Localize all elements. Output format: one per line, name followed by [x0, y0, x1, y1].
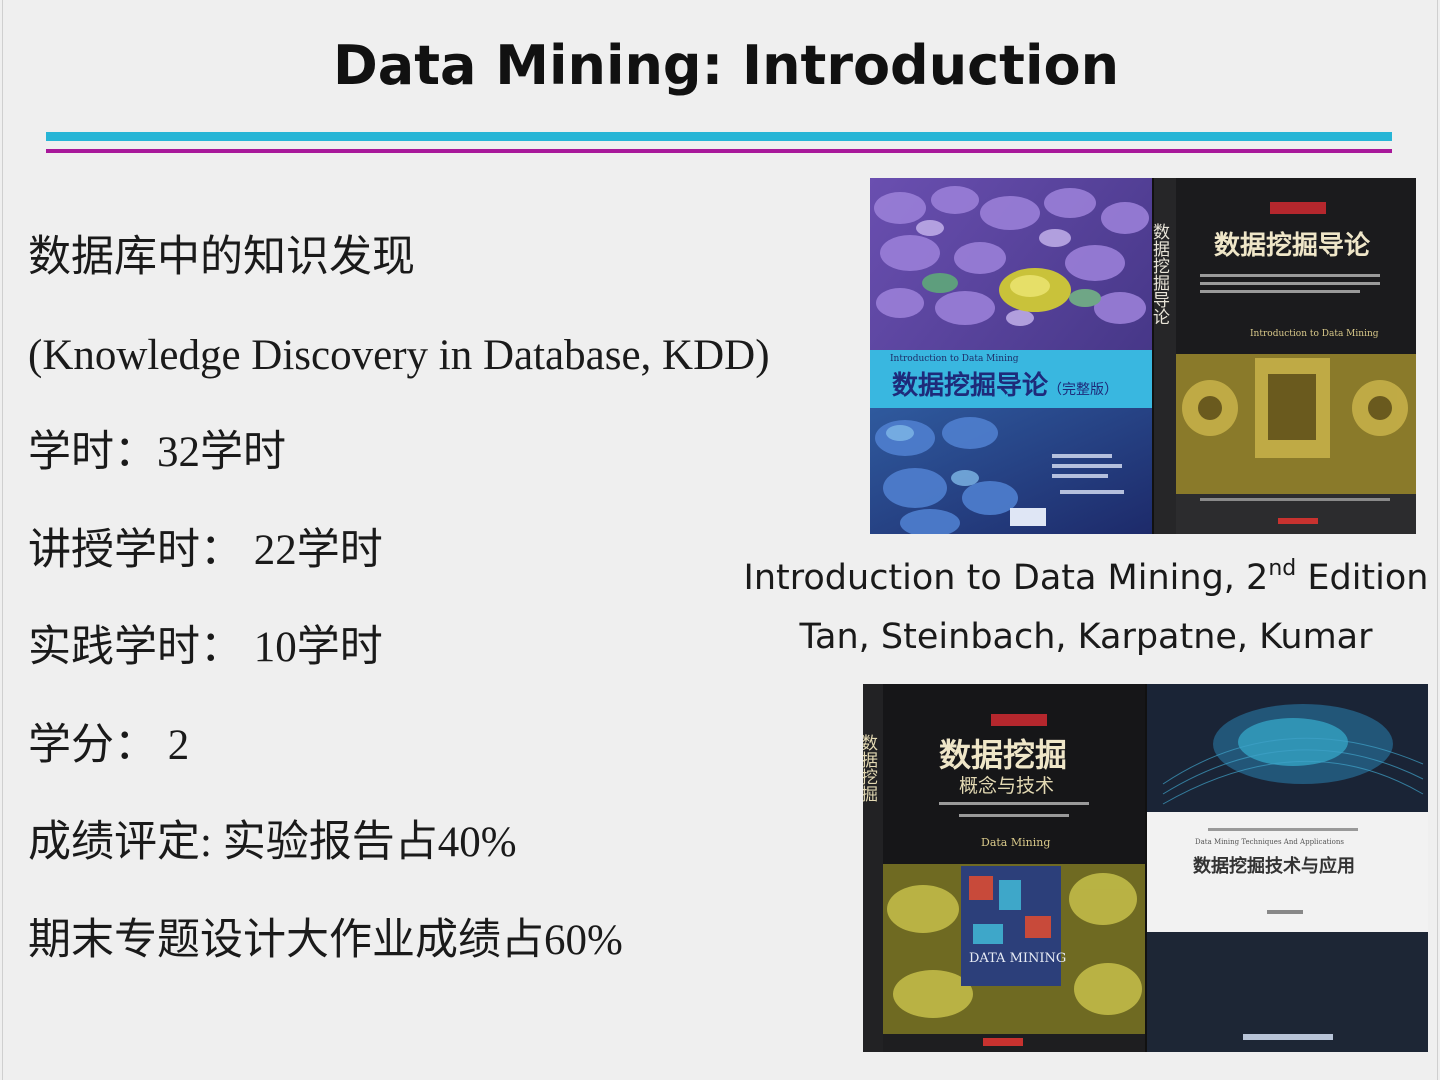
cover-4: Data Mining Techniques And Applications …: [1147, 684, 1428, 1052]
book-caption-authors: Tan, Steinbach, Karpatne, Kumar: [799, 617, 1373, 657]
course-info-kdd-cn: 数据库中的知识发现: [28, 234, 415, 281]
book-caption-title-text: Introduction to Data Mining, 2: [743, 558, 1269, 598]
cover-3: 数据挖掘 数据挖掘 概念与技术 Data Mining DATA MINING: [857, 684, 1145, 1052]
book-covers-intro-to-data-mining: Introduction to Data Mining 数据挖掘导论 （完整版）: [870, 178, 1416, 537]
book-caption-title-sup: nd: [1268, 556, 1297, 581]
cover-3-en-title: Data Mining: [981, 836, 1050, 849]
cover-4-en-title: Data Mining Techniques And Applications: [1195, 838, 1344, 846]
cover-1-title: 数据挖掘导论: [892, 370, 1049, 401]
cover-3-subtitle: 概念与技术: [959, 774, 1054, 797]
cover-3-title: 数据挖掘: [939, 736, 1067, 774]
slide-title: Data Mining: Introduction: [332, 34, 1120, 97]
course-info-grading-project: 期末专题设计大作业成绩占60%: [28, 916, 623, 964]
book-caption-title-edition: Edition: [1296, 558, 1429, 598]
cover-1-edition: （完整版）: [1048, 382, 1118, 398]
book-caption-title: Introduction to Data Mining, 2nd Edition: [736, 556, 1436, 599]
cover-3-spine: 数据挖掘: [863, 734, 878, 803]
book-covers-data-mining: 数据挖掘 数据挖掘 概念与技术 Data Mining DATA MINING …: [857, 684, 1428, 1052]
title-rule-cyan: [46, 132, 1392, 141]
cover-2-spine: 数据挖掘导论: [1149, 223, 1170, 325]
cover-1-en-title: Introduction to Data Mining: [890, 354, 1019, 364]
cover-2: 数据挖掘导论 数据挖掘导论 Introduction to Data Minin…: [1149, 178, 1416, 534]
cover-2-title: 数据挖掘导论: [1214, 230, 1371, 261]
course-info-credits: 学分： 2: [28, 721, 190, 769]
course-info-grading-lab: 成绩评定: 实验报告占40%: [28, 819, 517, 866]
title-rule-magenta: [46, 149, 1392, 153]
course-info-kdd-en: (Knowledge Discovery in Database, KDD): [28, 331, 770, 379]
cover-3-inset-title: DATA MINING: [969, 951, 1066, 966]
course-info-total-hours: 学时：32学时: [28, 429, 286, 476]
cover-4-title: 数据挖掘技术与应用: [1193, 855, 1355, 877]
cover-1: Introduction to Data Mining 数据挖掘导论 （完整版）: [870, 178, 1152, 537]
cover-2-en-title: Introduction to Data Mining: [1250, 329, 1379, 339]
